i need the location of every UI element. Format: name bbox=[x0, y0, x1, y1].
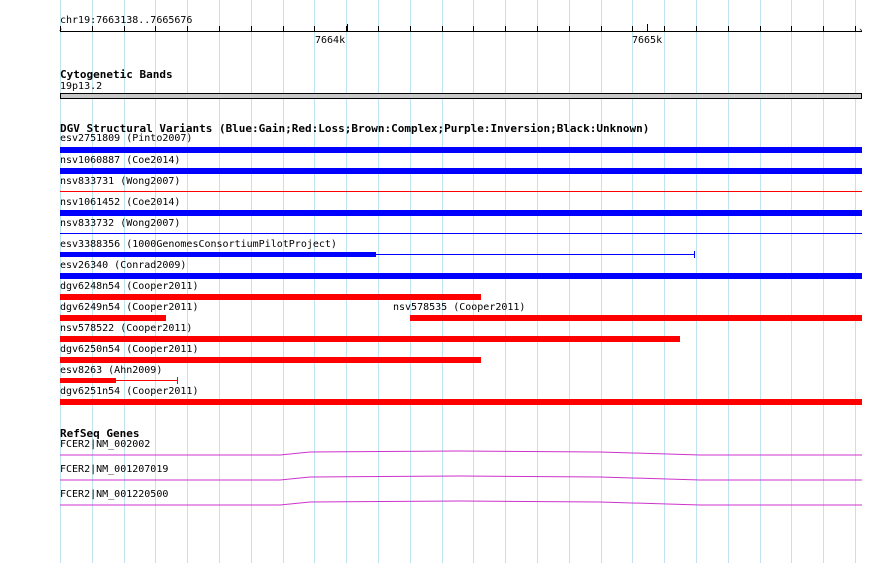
refseq-gene-model[interactable] bbox=[0, 0, 890, 563]
refseq-gene-line[interactable] bbox=[60, 500, 862, 506]
genome-browser-view: chr19:7663138..7665676 ‹ › 7664k 7665k C… bbox=[0, 0, 890, 563]
